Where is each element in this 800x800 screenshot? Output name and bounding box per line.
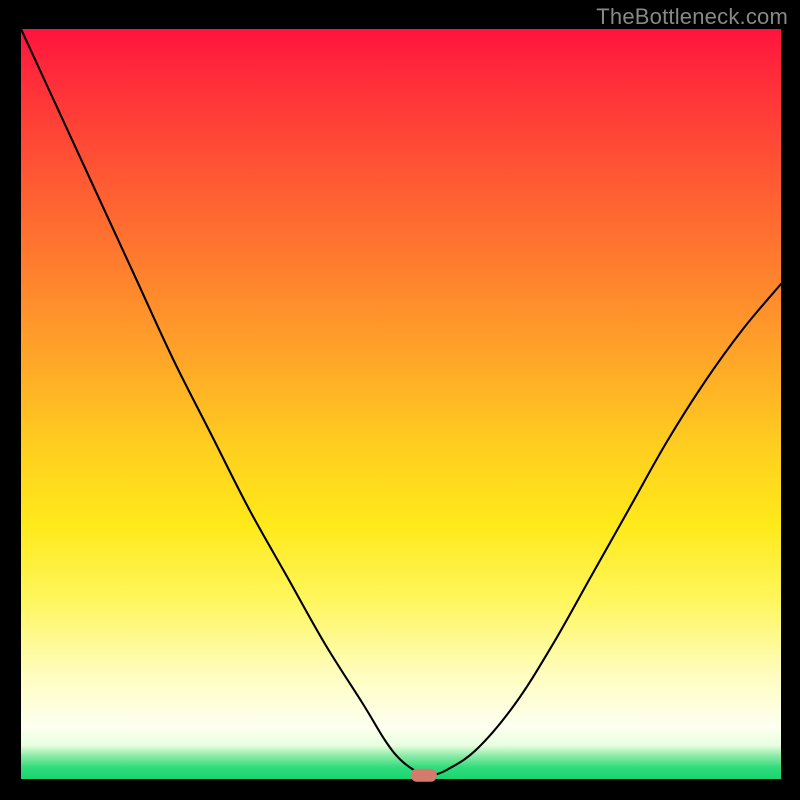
plot-area [21, 29, 781, 779]
watermark-text: TheBottleneck.com [596, 4, 788, 30]
minimum-marker [411, 769, 437, 782]
bottleneck-curve [21, 29, 781, 776]
curve-layer [21, 29, 781, 779]
chart-frame: TheBottleneck.com [0, 0, 800, 800]
